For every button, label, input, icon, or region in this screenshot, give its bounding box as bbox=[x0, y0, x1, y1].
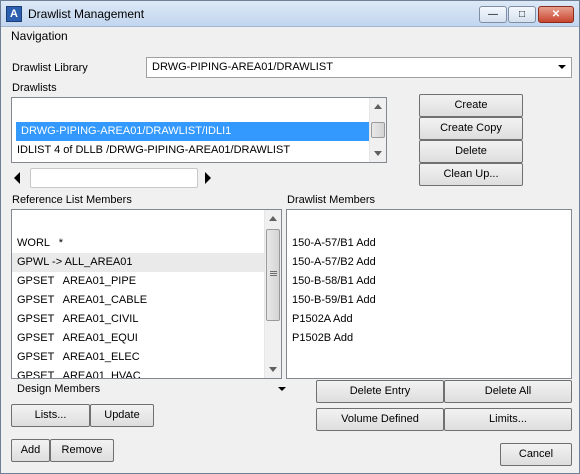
reference-item[interactable]: GPWL -> ALL_AREA01 bbox=[12, 253, 266, 272]
menu-bar: Navigation bbox=[1, 27, 579, 46]
drawlist-member-item[interactable]: 150-B-59/B1 Add bbox=[287, 291, 571, 310]
scroll-left-icon[interactable] bbox=[14, 172, 20, 184]
menu-navigation[interactable]: Navigation bbox=[11, 29, 68, 43]
window-title: Drawlist Management bbox=[28, 7, 145, 21]
scroll-down-icon[interactable] bbox=[269, 367, 277, 372]
drawlist-member-item[interactable]: P1502A Add bbox=[287, 310, 571, 329]
drawlist-library-value: DRWG-PIPING-AREA01/DRAWLIST bbox=[152, 61, 333, 73]
update-button[interactable]: Update bbox=[90, 404, 154, 427]
reference-item[interactable]: GPSET AREA01_EQUI bbox=[12, 329, 266, 348]
reference-item-type: GPSET bbox=[17, 275, 55, 287]
reference-item[interactable]: GPSET AREA01_CABLE bbox=[12, 291, 266, 310]
drawlist-library-dropdown[interactable]: DRWG-PIPING-AREA01/DRAWLIST bbox=[146, 57, 572, 78]
drawlist-management-window: A Drawlist Management — □ ✕ Navigation D… bbox=[0, 0, 580, 474]
reference-item[interactable]: GPSET AREA01_PIPE bbox=[12, 272, 266, 291]
reference-item-name: * bbox=[58, 237, 64, 249]
lists-button[interactable]: Lists... bbox=[11, 404, 90, 427]
minimize-button[interactable]: — bbox=[479, 6, 507, 23]
reference-item[interactable]: GPSET AREA01_CIVIL bbox=[12, 310, 266, 329]
grip-line bbox=[270, 273, 277, 274]
add-button[interactable]: Add bbox=[11, 439, 50, 462]
delete-button[interactable]: Delete bbox=[419, 140, 523, 163]
reference-item-name: AREA01_CIVIL bbox=[62, 313, 139, 325]
volume-defined-button[interactable]: Volume Defined bbox=[316, 408, 444, 431]
reference-item-name: AREA01_CABLE bbox=[62, 294, 148, 306]
reference-item-type: GPSET bbox=[17, 313, 55, 325]
members-filter-value: Design Members bbox=[17, 383, 101, 395]
reference-item-name: ALL_AREA01 bbox=[64, 256, 133, 268]
drawlists-label: Drawlists bbox=[12, 82, 57, 94]
drawlists-list[interactable]: DRWG-PIPING-AREA01/DRAWLIST/IDLI1 IDLIST… bbox=[11, 97, 387, 163]
scroll-thumb[interactable] bbox=[371, 122, 385, 138]
title-bar: A Drawlist Management — □ ✕ bbox=[1, 1, 579, 27]
scroll-up-icon[interactable] bbox=[269, 216, 277, 221]
grip-line bbox=[270, 271, 277, 272]
reference-list[interactable]: WORL * GPWL -> ALL_AREA01 GPSET AREA01_P… bbox=[11, 209, 282, 379]
scroll-down-icon[interactable] bbox=[374, 151, 382, 156]
delete-all-button[interactable]: Delete All bbox=[444, 380, 572, 403]
reference-item-type: GPSET bbox=[17, 294, 55, 306]
scroll-up-icon[interactable] bbox=[374, 104, 382, 109]
drawlist-member-item[interactable]: 150-B-58/B1 Add bbox=[287, 272, 571, 291]
cancel-button[interactable]: Cancel bbox=[500, 443, 572, 466]
reference-item-type: WORL bbox=[17, 237, 50, 249]
reference-item-type: GPWL -> bbox=[17, 256, 63, 268]
maximize-button[interactable]: □ bbox=[508, 6, 536, 23]
reference-list-label: Reference List Members bbox=[12, 194, 132, 206]
scroll-thumb[interactable] bbox=[266, 229, 280, 321]
limits-button[interactable]: Limits... bbox=[444, 408, 572, 431]
clean-up-button[interactable]: Clean Up... bbox=[419, 163, 523, 186]
app-logo-icon: A bbox=[6, 6, 22, 22]
reference-item-name: AREA01_ELEC bbox=[62, 351, 140, 363]
scroll-right-icon[interactable] bbox=[205, 172, 211, 184]
chevron-down-icon bbox=[278, 387, 286, 391]
create-button[interactable]: Create bbox=[419, 94, 523, 117]
drawlist-member-item[interactable]: 150-A-57/B1 Add bbox=[287, 234, 571, 253]
drawlist-item[interactable]: IDLIST 4 of DLLB /DRWG-PIPING-AREA01/DRA… bbox=[12, 141, 368, 160]
reference-item-name: AREA01_HVAC bbox=[62, 370, 141, 379]
drawlist-item[interactable]: DRWG-PIPING-AREA01/DRAWLIST/IDLI1 bbox=[16, 122, 372, 141]
reference-item[interactable]: GPSET AREA01_ELEC bbox=[12, 348, 266, 367]
remove-button[interactable]: Remove bbox=[50, 439, 114, 462]
drawlist-members-list[interactable]: 150-A-57/B1 Add 150-A-57/B2 Add 150-B-58… bbox=[286, 209, 572, 379]
drawlist-members-label: Drawlist Members bbox=[287, 194, 376, 206]
reference-item[interactable]: WORL * bbox=[12, 234, 266, 253]
create-copy-button[interactable]: Create Copy bbox=[419, 117, 523, 140]
horizontal-scroll-track[interactable] bbox=[30, 168, 198, 188]
reference-item-type: GPSET bbox=[17, 370, 55, 379]
reference-item-type: GPSET bbox=[17, 332, 55, 344]
chevron-down-icon bbox=[558, 65, 566, 69]
reference-item-name: AREA01_PIPE bbox=[62, 275, 137, 287]
close-button[interactable]: ✕ bbox=[538, 6, 574, 23]
reference-item-type: GPSET bbox=[17, 351, 55, 363]
reference-item[interactable]: GPSET AREA01_HVAC bbox=[12, 367, 266, 379]
reference-list-scrollbar[interactable] bbox=[264, 210, 281, 378]
grip-line bbox=[270, 275, 277, 276]
drawlist-library-label: Drawlist Library bbox=[12, 62, 88, 74]
delete-entry-button[interactable]: Delete Entry bbox=[316, 380, 444, 403]
members-filter-dropdown[interactable]: Design Members bbox=[11, 380, 291, 401]
drawlist-member-item[interactable]: P1502B Add bbox=[287, 329, 571, 348]
drawlists-scrollbar[interactable] bbox=[369, 98, 386, 162]
drawlist-member-item[interactable]: 150-A-57/B2 Add bbox=[287, 253, 571, 272]
reference-item-name: AREA01_EQUI bbox=[62, 332, 138, 344]
